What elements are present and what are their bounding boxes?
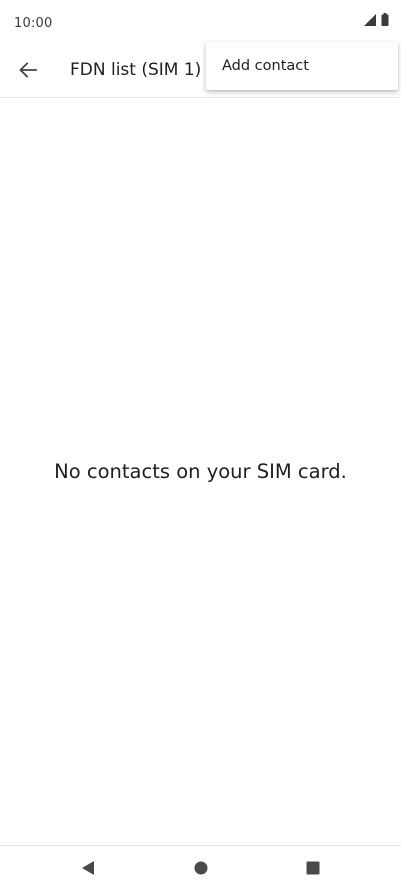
status-time: 10:00 <box>14 16 53 31</box>
overflow-menu: Add contact <box>206 42 398 90</box>
battery-icon <box>381 11 389 30</box>
nav-home-button[interactable] <box>189 858 213 882</box>
nav-home-icon <box>193 860 209 880</box>
menu-item-add-contact[interactable]: Add contact <box>206 42 398 90</box>
page-title: FDN list (SIM 1) <box>70 60 202 80</box>
navigation-bar <box>0 845 401 893</box>
status-icons <box>364 13 389 30</box>
empty-state-message: No contacts on your SIM card. <box>54 460 347 483</box>
nav-recents-button[interactable] <box>301 858 325 882</box>
nav-back-button[interactable] <box>76 858 100 882</box>
back-button[interactable] <box>10 54 46 90</box>
nav-recents-icon <box>305 860 321 880</box>
nav-back-icon <box>80 860 96 880</box>
cellular-signal-icon <box>364 11 376 30</box>
arrow-back-icon <box>18 60 38 84</box>
status-bar: 10:00 <box>0 0 401 46</box>
menu-item-label: Add contact <box>222 58 309 74</box>
